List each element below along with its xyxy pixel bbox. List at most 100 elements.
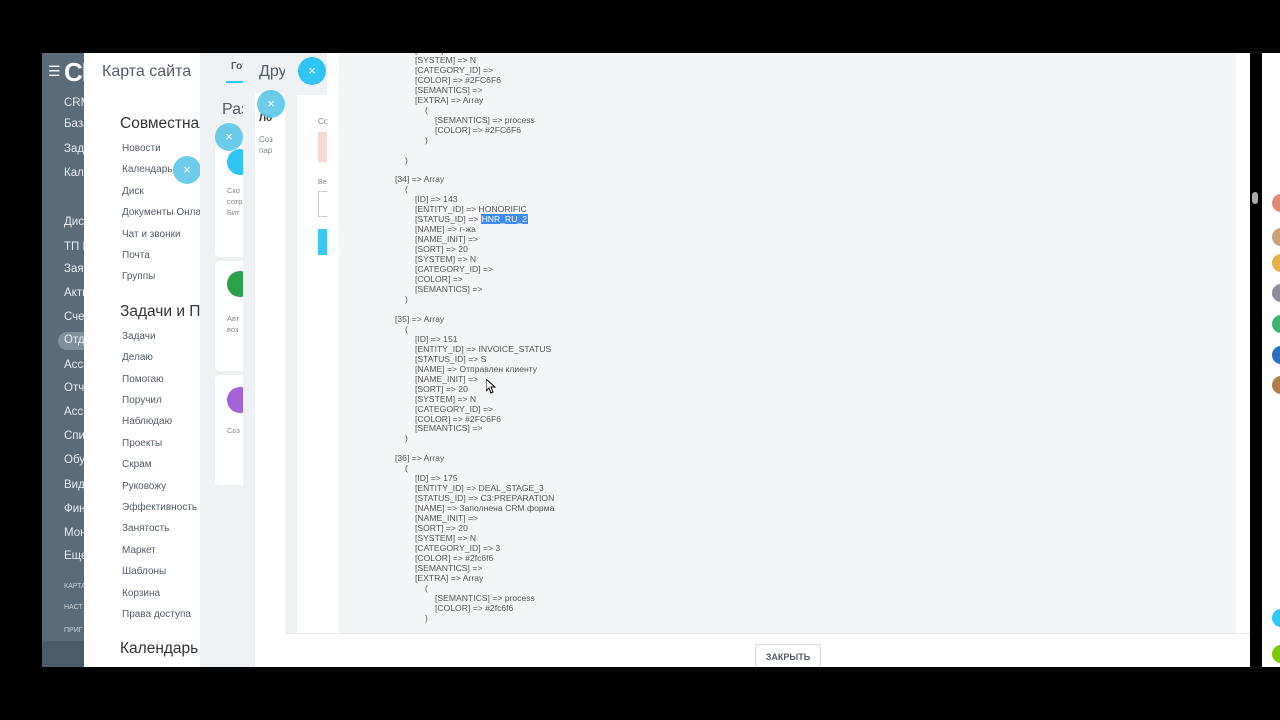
user-avatar[interactable]: [1272, 346, 1280, 364]
sitemap-link[interactable]: Права доступа: [122, 609, 191, 620]
close-button[interactable]: ЗАКРЫТЬ: [755, 644, 821, 667]
code-line: [CATEGORY_ID] =>: [415, 403, 494, 414]
form-input[interactable]: [318, 191, 327, 217]
sitemap-link[interactable]: Календарь: [122, 164, 172, 175]
sitemap-title: Карта сайта: [102, 63, 192, 80]
code-line: [NAME] => г-жа: [415, 224, 476, 235]
sitemap-link[interactable]: Занятость: [122, 523, 169, 534]
sitemap-section-title: Задачи и Пр: [120, 302, 210, 320]
panel3-line: Соз: [259, 135, 273, 144]
user-avatar[interactable]: [1272, 254, 1280, 272]
code-line: [EXTRA] => Array: [415, 572, 484, 583]
scrollbar-thumb[interactable]: [1252, 192, 1258, 204]
code-line: [STATUS_ID] => HNR_RU_2: [415, 214, 528, 225]
user-avatar[interactable]: [1272, 609, 1280, 627]
code-line: [ID] => 175: [415, 473, 458, 484]
code-line: [ENTITY_ID] => HONORIFIC: [415, 204, 527, 215]
selected-text[interactable]: HNR_RU_2: [480, 214, 528, 225]
user-avatar[interactable]: [1272, 284, 1280, 302]
menu-icon[interactable]: ☰: [48, 63, 61, 80]
user-avatar[interactable]: [1272, 194, 1280, 212]
sitemap-link[interactable]: Проекты: [122, 438, 162, 449]
code-slider: [SORT] => 20[SYSTEM] => N[CATEGORY_ID] =…: [327, 53, 1250, 667]
card-text: сотр: [227, 197, 243, 206]
left-nav-small-item[interactable]: КАРТА: [64, 583, 86, 590]
user-avatar[interactable]: [1272, 645, 1280, 663]
code-line: [ENTITY_ID] => INVOICE_STATUS: [415, 343, 552, 354]
code-line: (: [425, 104, 428, 115]
right-bar: [1262, 53, 1280, 667]
sitemap-link[interactable]: Корзина: [122, 588, 160, 599]
code-output[interactable]: [SORT] => 20[SYSTEM] => N[CATEGORY_ID] =…: [339, 53, 1236, 633]
close-panel3-icon[interactable]: ×: [257, 90, 285, 118]
code-line: [36] => Array: [395, 453, 445, 464]
left-nav-small-item[interactable]: ПРИГ: [64, 627, 83, 634]
code-line: [35] => Array: [395, 313, 445, 324]
sitemap-link[interactable]: Маркет: [122, 545, 156, 556]
sitemap-link[interactable]: Наблюдаю: [122, 416, 172, 427]
close-slider-icon[interactable]: ×: [298, 57, 326, 85]
left-nav-item[interactable]: Фин: [64, 503, 86, 515]
form-label: Со: [318, 117, 327, 126]
card-text: Ско: [227, 186, 240, 195]
sitemap-link[interactable]: Делаю: [122, 352, 153, 363]
footer-left-strip: [285, 633, 327, 667]
code-line: [COLOR] =>: [415, 274, 463, 285]
sitemap-link[interactable]: Поручил: [122, 395, 162, 406]
code-line: ): [405, 294, 408, 304]
form-panel-body: Со Ве: [297, 95, 327, 667]
sitemap-link[interactable]: Эффективность: [122, 502, 197, 513]
close-sitemap-icon[interactable]: ×: [173, 156, 201, 184]
code-line: ): [425, 134, 428, 145]
sitemap-link[interactable]: Скрам: [122, 459, 152, 470]
left-nav-small-item[interactable]: НАСТ: [64, 604, 83, 611]
sitemap-link[interactable]: Почта: [122, 250, 150, 261]
code-line: [SYSTEM] => N: [415, 254, 477, 265]
code-line: [SYSTEM] => N: [415, 533, 477, 544]
code-line: [COLOR] => #2FC6F6: [415, 74, 501, 85]
panel3-heading: Дру: [259, 63, 287, 80]
screen: ☰ CI CRM База Зада Кале Диск ТП Б Заяв Акты Счет…: [0, 0, 1280, 720]
sitemap-link[interactable]: Руковожу: [122, 481, 166, 492]
sitemap-link[interactable]: Шаблоны: [122, 566, 166, 577]
code-line: [NAME_INIT] =>: [415, 373, 479, 384]
slider-footer: ЗАКРЫТЬ: [327, 633, 1250, 667]
code-line: (: [425, 582, 428, 593]
card-text: Соз: [227, 426, 240, 435]
code-line: [SEMANTICS] =>: [415, 562, 483, 573]
cursor-icon: [486, 379, 496, 394]
sitemap-link[interactable]: Чат и звонки: [122, 229, 181, 240]
form-panel: Со Ве: [285, 53, 327, 667]
code-line: [STATUS_ID] => C3:PREPARATION: [415, 493, 555, 504]
card-text: Авт: [227, 314, 240, 323]
code-line: [SORT] => 20: [415, 244, 468, 255]
code-line: [SEMANTICS] =>: [415, 84, 483, 95]
code-line: [SYSTEM] => N: [415, 54, 477, 65]
code-line: [EXTRA] => Array: [415, 94, 484, 105]
code-line: [34] => Array: [395, 174, 445, 185]
code-line: (: [405, 323, 408, 334]
sitemap-link[interactable]: Диск: [122, 186, 144, 197]
code-line: [SEMANTICS] => process: [435, 114, 535, 125]
card-text: Бит: [227, 208, 240, 217]
code-line: ): [405, 154, 408, 165]
user-avatar[interactable]: [1272, 376, 1280, 394]
sitemap-link[interactable]: Документы Онлайн: [122, 207, 212, 218]
form-button[interactable]: [318, 229, 327, 255]
user-avatar[interactable]: [1272, 228, 1280, 246]
sitemap-link[interactable]: Помогаю: [122, 374, 164, 385]
code-line: [SORT] => 20: [415, 523, 468, 534]
sitemap-link[interactable]: Группы: [122, 271, 155, 282]
sitemap-link[interactable]: Задачи: [122, 331, 156, 342]
code-line: [COLOR] => #2fc6f6: [415, 552, 494, 563]
code-line: [NAME] => Отправлен клиенту: [415, 363, 538, 374]
user-avatar[interactable]: [1272, 315, 1280, 333]
code-line: ): [405, 433, 408, 444]
code-line: (: [405, 184, 408, 195]
code-line: [SORT] => 20: [415, 383, 468, 394]
code-line: [ID] => 151: [415, 333, 458, 344]
close-panel2-icon[interactable]: ×: [215, 123, 243, 151]
code-line: [SEMANTICS] =>: [415, 423, 483, 434]
sitemap-link[interactable]: Новости: [122, 143, 161, 154]
code-line: [COLOR] => #2FC6F6: [435, 124, 521, 135]
